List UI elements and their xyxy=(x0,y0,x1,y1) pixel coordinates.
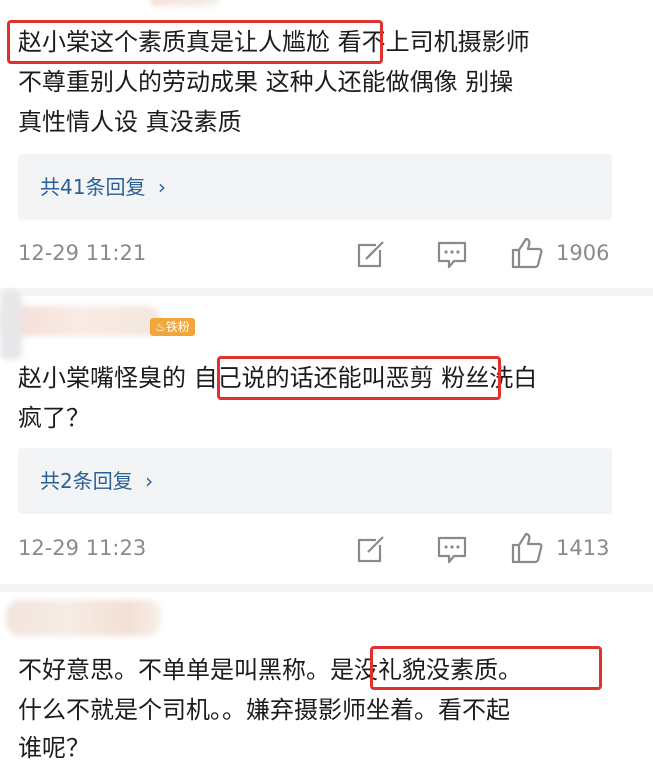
username-blurred xyxy=(0,306,160,336)
badge-label: 铁粉 xyxy=(165,320,190,334)
chevron-right-icon: › xyxy=(145,469,154,493)
chevron-right-icon: › xyxy=(157,175,166,199)
comment-1-like-count: 1906 xyxy=(556,241,610,265)
comment-2-time: 12-29 11:23 xyxy=(18,536,147,560)
comment-2-line-2: 疯了？ xyxy=(18,404,90,432)
avatar-blurred xyxy=(0,290,22,360)
share-icon[interactable] xyxy=(356,535,386,565)
comment-1-reply-box[interactable]: 共41条回复 › xyxy=(18,154,612,220)
divider xyxy=(0,288,653,296)
comment-3-line-2: 什么不就是个司机。。嫌弃摄影师坐着。看不起 xyxy=(18,696,510,724)
comment-1-line-3: 真性情人设 真没素质 xyxy=(18,108,242,136)
comment-2-highlight xyxy=(217,356,501,400)
comment-3-highlight xyxy=(370,646,602,690)
comment-3-line-3: 谁呢？ xyxy=(18,734,90,762)
comment-2-reply-box[interactable]: 共2条回复 › xyxy=(18,448,612,514)
comment-icon[interactable] xyxy=(436,535,468,565)
comment-2-like-count: 1413 xyxy=(556,536,610,560)
comment-1-line-2: 不尊重别人的劳动成果 这种人还能做偶像 别操 xyxy=(18,68,514,96)
comment-1-time: 12-29 11:21 xyxy=(18,241,147,265)
comment-1-reply-link[interactable]: 共41条回复 › xyxy=(40,154,166,220)
divider xyxy=(0,584,653,592)
reply-count-text: 共41条回复 xyxy=(40,175,146,199)
thumbs-up-icon[interactable] xyxy=(510,531,544,565)
comment-icon[interactable] xyxy=(436,240,468,270)
username-blurred xyxy=(6,600,161,636)
thumbs-up-icon[interactable] xyxy=(510,236,544,270)
share-icon[interactable] xyxy=(356,240,386,270)
comment-2-reply-link[interactable]: 共2条回复 › xyxy=(40,448,153,514)
reply-count-text: 共2条回复 xyxy=(40,469,133,493)
fan-badge: ♨铁粉 xyxy=(150,318,195,336)
flame-icon: ♨ xyxy=(155,320,166,334)
username-blurred xyxy=(150,0,220,6)
comment-1-highlight xyxy=(7,20,383,64)
